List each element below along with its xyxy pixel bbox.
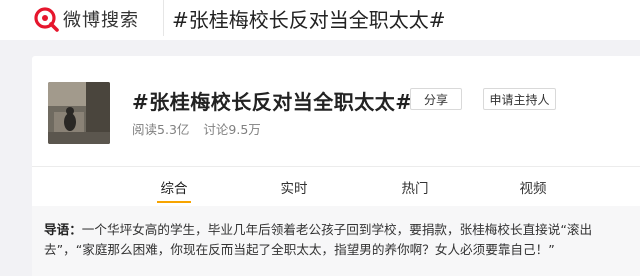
topic-cover-image[interactable] [48, 82, 110, 144]
guide-body: 一个华坪女高的学生，毕业几年后领着老公孩子回到学校，要捐款，张桂梅校长直接说“滚… [44, 222, 593, 257]
tab-bar: 综合 实时 热门 视频 [32, 167, 640, 203]
tab-hot[interactable]: 热门 [385, 177, 445, 197]
guide-section: 导语：一个华坪女高的学生，毕业几年后领着老公孩子回到学校，要捐款，张桂梅校长直接… [32, 206, 640, 276]
search-query: #张桂梅校长反对当全职太太# [172, 7, 446, 32]
reads-value: 5.3亿 [157, 122, 190, 137]
guide-text: 导语：一个华坪女高的学生，毕业几年后领着老公孩子回到学校，要捐款，张桂梅校长直接… [44, 220, 632, 260]
weibo-search-logo[interactable]: 微博搜索 [33, 4, 163, 34]
search-logo-icon [33, 6, 59, 32]
discussion-value: 9.5万 [228, 122, 261, 137]
reads-stat: 阅读5.3亿 [132, 119, 189, 138]
tab-video[interactable]: 视频 [503, 177, 563, 197]
topic-title: #张桂梅校长反对当全职太太# [132, 90, 413, 114]
discussion-label: 讨论 [203, 122, 229, 137]
tab-comprehensive[interactable]: 综合 [144, 177, 204, 197]
topic-stats: 阅读5.3亿 讨论9.5万 [132, 119, 261, 138]
tab-realtime[interactable]: 实时 [264, 177, 324, 197]
search-input[interactable]: #张桂梅校长反对当全职太太# [163, 0, 640, 36]
share-button[interactable]: 分享 [410, 88, 462, 110]
top-bar: 微博搜索 #张桂梅校长反对当全职太太# [0, 0, 640, 40]
logo-text: 微博搜索 [63, 10, 139, 31]
discussion-stat: 讨论9.5万 [203, 119, 260, 138]
guide-label: 导语： [44, 222, 82, 237]
active-tab-indicator [157, 201, 191, 203]
reads-label: 阅读 [132, 122, 158, 137]
apply-host-button[interactable]: 申请主持人 [483, 88, 556, 110]
